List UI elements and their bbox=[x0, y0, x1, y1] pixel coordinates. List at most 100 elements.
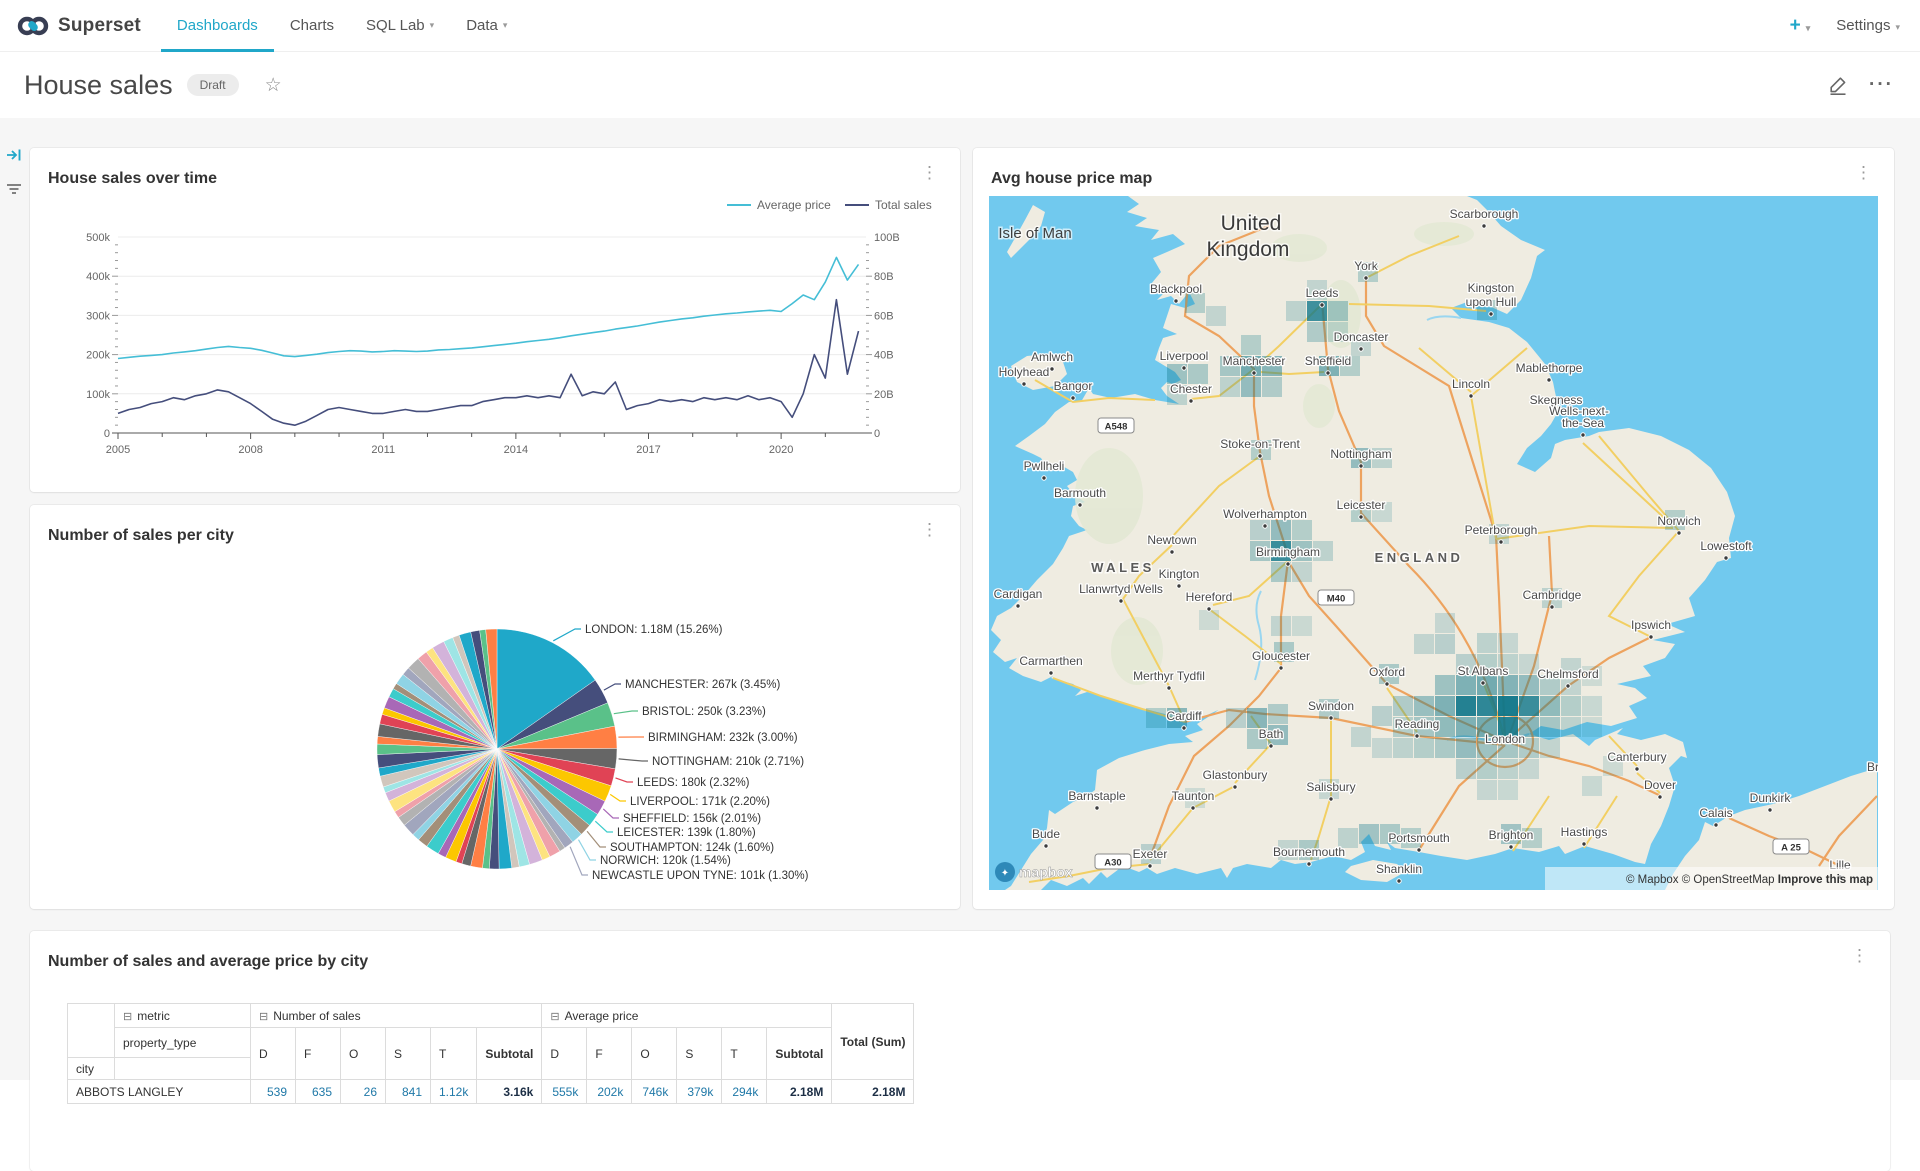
col-header: D bbox=[251, 1028, 296, 1080]
table-row: ABBOTS LANGLEY 539 635 26 841 1.12k 3.16… bbox=[68, 1080, 914, 1104]
svg-text:Bath: Bath bbox=[1259, 727, 1284, 741]
svg-text:2020: 2020 bbox=[769, 444, 793, 456]
pivot-table: ⊟metric ⊟Number of sales ⊟Average price … bbox=[67, 1003, 914, 1104]
svg-text:United: United bbox=[1221, 212, 1282, 235]
svg-text:2014: 2014 bbox=[504, 444, 528, 456]
svg-text:ENGLAND: ENGLAND bbox=[1375, 550, 1464, 565]
svg-text:Carmarthen: Carmarthen bbox=[1019, 654, 1082, 668]
filter-icon[interactable] bbox=[5, 180, 23, 198]
svg-text:SHEFFIELD: 156k (2.01%): SHEFFIELD: 156k (2.01%) bbox=[623, 813, 761, 825]
chart-title: Number of sales and average price by cit… bbox=[48, 953, 368, 971]
nav-menu: Dashboards Charts SQL Lab▾ Data▾ bbox=[161, 0, 523, 51]
nav-item-sql-lab[interactable]: SQL Lab▾ bbox=[350, 0, 450, 51]
svg-text:Leeds: Leeds bbox=[1306, 286, 1339, 300]
line-chart-plot[interactable]: 500k100B400k80B300k60B200k40B100k20B0020… bbox=[30, 172, 960, 492]
svg-text:Kingston: Kingston bbox=[1468, 281, 1515, 295]
svg-text:Llanwrtyd Wells: Llanwrtyd Wells bbox=[1079, 582, 1163, 596]
property-type-header: property_type bbox=[115, 1028, 251, 1058]
svg-text:Oxford: Oxford bbox=[1369, 665, 1405, 679]
svg-text:NORWICH: 120k (1.54%): NORWICH: 120k (1.54%) bbox=[600, 855, 731, 867]
col-header: T bbox=[722, 1028, 767, 1080]
svg-text:Canterbury: Canterbury bbox=[1607, 750, 1666, 764]
svg-text:Exeter: Exeter bbox=[1133, 847, 1168, 861]
svg-text:NOTTINGHAM: 210k (2.71%): NOTTINGHAM: 210k (2.71%) bbox=[652, 756, 804, 768]
svg-text:Newtown: Newtown bbox=[1147, 533, 1196, 547]
col-header: S bbox=[677, 1028, 722, 1080]
svg-text:Merthyr Tydfil: Merthyr Tydfil bbox=[1133, 669, 1205, 683]
collapse-icon[interactable]: ⊟ bbox=[259, 1010, 268, 1023]
svg-text:WALES: WALES bbox=[1091, 560, 1155, 575]
chart-menu-kebab-icon[interactable]: ⋮ bbox=[1855, 164, 1872, 181]
svg-text:Barmouth: Barmouth bbox=[1054, 486, 1106, 500]
svg-text:Ipswich: Ipswich bbox=[1631, 618, 1671, 632]
svg-text:Salisbury: Salisbury bbox=[1306, 780, 1355, 794]
infinity-logo-icon bbox=[16, 11, 50, 41]
group-header-average-price: ⊟Average price bbox=[542, 1004, 832, 1028]
svg-text:Hastings: Hastings bbox=[1561, 825, 1608, 839]
svg-text:Br: Br bbox=[1867, 760, 1878, 774]
svg-text:Reading: Reading bbox=[1395, 717, 1440, 731]
chart-menu-kebab-icon[interactable]: ⋮ bbox=[1851, 947, 1868, 964]
edit-pencil-icon[interactable] bbox=[1827, 74, 1849, 96]
svg-text:Isle of Man: Isle of Man bbox=[998, 225, 1071, 242]
svg-text:Brighton: Brighton bbox=[1489, 828, 1534, 842]
empty-cell bbox=[115, 1058, 251, 1080]
add-new-button[interactable]: +▾ bbox=[1790, 15, 1811, 37]
svg-text:Bournemouth: Bournemouth bbox=[1273, 845, 1345, 859]
mapbox-wordmark[interactable]: mapbox bbox=[1019, 864, 1073, 880]
svg-text:Doncaster: Doncaster bbox=[1334, 330, 1389, 344]
superset-logo[interactable]: Superset bbox=[0, 11, 151, 41]
svg-text:Leicester: Leicester bbox=[1337, 498, 1386, 512]
svg-text:200k: 200k bbox=[86, 350, 110, 362]
chart-card-number-of-sales-per-city: Number of sales per city ⋮ LONDON: 1.18M… bbox=[30, 505, 960, 909]
chart-card-sales-and-price-table: Number of sales and average price by cit… bbox=[30, 931, 1890, 1171]
svg-text:London: London bbox=[1485, 732, 1525, 746]
col-header: T bbox=[431, 1028, 477, 1080]
svg-text:Norwich: Norwich bbox=[1657, 514, 1700, 528]
svg-text:Taunton: Taunton bbox=[1172, 789, 1215, 803]
expand-filter-bar-icon[interactable] bbox=[5, 146, 23, 164]
svg-text:LIVERPOOL: 171k (2.20%): LIVERPOOL: 171k (2.20%) bbox=[630, 796, 770, 808]
svg-text:40B: 40B bbox=[874, 350, 894, 362]
pie-chart-plot[interactable]: LONDON: 1.18M (15.26%)MANCHESTER: 267k (… bbox=[30, 529, 960, 909]
svg-text:Lincoln: Lincoln bbox=[1452, 377, 1490, 391]
svg-text:60B: 60B bbox=[874, 310, 894, 322]
svg-text:A 25: A 25 bbox=[1781, 843, 1801, 854]
mapbox-map[interactable]: UnitedKingdomIsle of ManWALESENGLANDScar… bbox=[989, 196, 1878, 890]
svg-text:Swindon: Swindon bbox=[1308, 699, 1354, 713]
subtotal-header: Subtotal bbox=[477, 1028, 542, 1080]
status-badge: Draft bbox=[187, 74, 239, 96]
settings-menu[interactable]: Settings▾ bbox=[1836, 17, 1900, 34]
col-header: F bbox=[296, 1028, 341, 1080]
svg-text:Nottingham: Nottingham bbox=[1330, 447, 1391, 461]
svg-text:Scarborough: Scarborough bbox=[1450, 207, 1519, 221]
collapse-icon[interactable]: ⊟ bbox=[550, 1010, 559, 1023]
svg-text:Wolverhampton: Wolverhampton bbox=[1223, 507, 1307, 521]
svg-text:20B: 20B bbox=[874, 389, 894, 401]
svg-text:MANCHESTER: 267k (3.45%): MANCHESTER: 267k (3.45%) bbox=[625, 679, 780, 691]
svg-text:Holyhead: Holyhead bbox=[999, 365, 1050, 379]
svg-text:BRISTOL: 250k (3.23%): BRISTOL: 250k (3.23%) bbox=[642, 706, 766, 718]
more-actions-icon[interactable]: ··· bbox=[1869, 74, 1894, 96]
svg-text:80B: 80B bbox=[874, 271, 894, 283]
svg-text:LEEDS: 180k (2.32%): LEEDS: 180k (2.32%) bbox=[637, 777, 750, 789]
svg-text:2008: 2008 bbox=[238, 444, 262, 456]
nav-item-charts[interactable]: Charts bbox=[274, 0, 350, 51]
svg-text:Chester: Chester bbox=[1170, 382, 1212, 396]
collapse-icon[interactable]: ⊟ bbox=[123, 1010, 132, 1023]
total-header: Total (Sum) bbox=[832, 1004, 914, 1080]
svg-text:Pwllheli: Pwllheli bbox=[1024, 459, 1065, 473]
svg-text:Sheffield: Sheffield bbox=[1305, 354, 1351, 368]
favorite-star-icon[interactable]: ☆ bbox=[265, 74, 282, 97]
metric-header: ⊟metric bbox=[115, 1004, 251, 1028]
map-attribution[interactable]: © Mapbox © OpenStreetMap Improve this ma… bbox=[1626, 874, 1873, 886]
svg-text:Cardiff: Cardiff bbox=[1166, 709, 1202, 723]
svg-text:Dover: Dover bbox=[1644, 778, 1676, 792]
svg-text:Bude: Bude bbox=[1032, 827, 1060, 841]
nav-item-dashboards[interactable]: Dashboards bbox=[161, 0, 274, 51]
svg-text:Dunkirk: Dunkirk bbox=[1750, 791, 1792, 805]
nav-item-data[interactable]: Data▾ bbox=[450, 0, 523, 51]
svg-text:0: 0 bbox=[104, 428, 110, 440]
svg-text:upon Hull: upon Hull bbox=[1466, 295, 1517, 309]
svg-text:Peterborough: Peterborough bbox=[1465, 523, 1538, 537]
